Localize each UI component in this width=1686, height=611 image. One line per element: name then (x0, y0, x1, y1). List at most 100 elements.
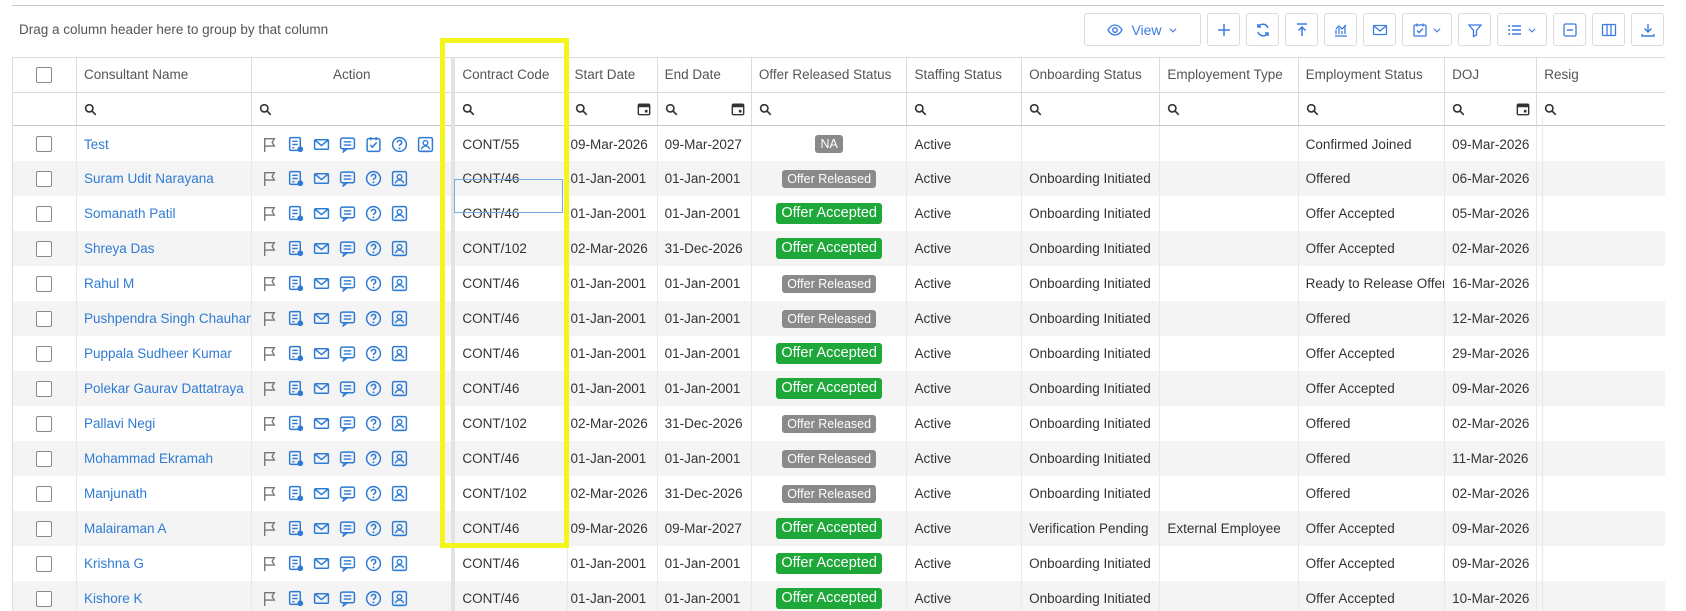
table-row[interactable]: Manjunath CONT/102 02-Mar-2026 31-Dec-2026 O… (13, 476, 1665, 511)
row-select-cell[interactable] (13, 266, 77, 301)
filter-doj[interactable] (1444, 92, 1538, 126)
employment-status-cell[interactable]: Offered (1298, 441, 1446, 476)
row-select-cell[interactable] (13, 125, 77, 161)
message-icon[interactable] (339, 485, 356, 502)
resignation-cell[interactable] (1536, 476, 1665, 511)
flag-icon[interactable] (261, 345, 278, 362)
profile-icon[interactable] (391, 555, 408, 572)
flag-icon[interactable] (261, 415, 278, 432)
start-date-cell[interactable]: 02-Mar-2026 (567, 476, 658, 511)
help-icon[interactable] (365, 555, 382, 572)
mail-icon[interactable] (313, 345, 330, 362)
select-all-checkbox[interactable] (36, 66, 53, 83)
mail-icon[interactable] (313, 555, 330, 572)
end-date-cell[interactable]: 31-Dec-2026 (657, 476, 752, 511)
start-date-cell[interactable]: 01-Jan-2001 (567, 441, 658, 476)
help-icon[interactable] (365, 275, 382, 292)
onboarding-status-cell[interactable]: Onboarding Initiated (1021, 336, 1161, 371)
resignation-cell[interactable] (1536, 125, 1665, 161)
consultant-name-cell[interactable]: Mohammad Ekramah (76, 441, 253, 476)
staffing-status-cell[interactable]: Active (906, 231, 1023, 266)
onboarding-status-cell[interactable]: Onboarding Initiated (1021, 301, 1161, 336)
doj-cell[interactable]: 10-Mar-2026 (1444, 581, 1538, 611)
row-select-cell[interactable] (13, 161, 77, 196)
col-header-onboarding-status[interactable]: Onboarding Status (1021, 58, 1161, 93)
document-icon[interactable] (287, 555, 304, 572)
end-date-cell[interactable]: 09-Mar-2027 (657, 125, 752, 161)
row-select-cell[interactable] (13, 301, 77, 336)
employement-type-cell[interactable] (1159, 196, 1299, 231)
onboarding-status-cell[interactable]: Onboarding Initiated (1021, 476, 1161, 511)
col-header-staffing-status[interactable]: Staffing Status (906, 58, 1023, 93)
help-icon[interactable] (365, 415, 382, 432)
table-row[interactable]: Malairaman A CONT/46 09-Mar-2026 09-Mar-202… (13, 511, 1665, 546)
doj-cell[interactable]: 09-Mar-2026 (1444, 125, 1538, 161)
employement-type-cell[interactable] (1159, 371, 1299, 406)
email-button[interactable] (1363, 13, 1396, 46)
message-icon[interactable] (339, 520, 356, 537)
message-icon[interactable] (339, 555, 356, 572)
calendar-icon[interactable] (637, 102, 651, 116)
end-date-cell[interactable]: 09-Mar-2027 (657, 511, 752, 546)
calendar-icon[interactable] (731, 102, 745, 116)
row-checkbox[interactable] (36, 380, 53, 397)
row-checkbox[interactable] (36, 310, 53, 327)
end-date-cell[interactable]: 01-Jan-2001 (657, 301, 752, 336)
consultant-name-cell[interactable]: Malairaman A (76, 511, 253, 546)
message-icon[interactable] (339, 345, 356, 362)
offer-status-cell[interactable]: Offer Accepted (751, 581, 908, 611)
filter-action[interactable] (251, 92, 454, 126)
row-select-cell[interactable] (13, 476, 77, 511)
mail-icon[interactable] (313, 205, 330, 222)
document-icon[interactable] (287, 275, 304, 292)
staffing-status-cell[interactable]: Active (906, 581, 1023, 611)
mail-icon[interactable] (313, 240, 330, 257)
onboarding-status-cell[interactable]: Onboarding Initiated (1021, 406, 1161, 441)
filter-start-date[interactable] (567, 92, 658, 126)
employement-type-cell[interactable] (1159, 301, 1299, 336)
message-icon[interactable] (339, 275, 356, 292)
consultant-name-cell[interactable]: Somanath Patil (76, 196, 253, 231)
mail-icon[interactable] (313, 380, 330, 397)
document-icon[interactable] (287, 590, 304, 607)
doj-cell[interactable]: 29-Mar-2026 (1444, 336, 1538, 371)
flag-icon[interactable] (261, 485, 278, 502)
consultant-name-cell[interactable]: Krishna G (76, 546, 253, 581)
offer-status-cell[interactable]: Offer Released (751, 161, 908, 196)
row-checkbox[interactable] (36, 450, 53, 467)
employment-status-cell[interactable]: Offer Accepted (1298, 196, 1446, 231)
bulk-action-dropdown[interactable] (1402, 13, 1452, 46)
employement-type-cell[interactable] (1159, 231, 1299, 266)
message-icon[interactable] (339, 205, 356, 222)
document-icon[interactable] (287, 415, 304, 432)
employement-type-cell[interactable] (1159, 441, 1299, 476)
help-icon[interactable] (365, 520, 382, 537)
help-icon[interactable] (365, 590, 382, 607)
offer-status-cell[interactable]: Offer Released (751, 441, 908, 476)
offer-status-cell[interactable]: Offer Accepted (751, 336, 908, 371)
help-icon[interactable] (365, 170, 382, 187)
end-date-cell[interactable]: 01-Jan-2001 (657, 441, 752, 476)
message-icon[interactable] (339, 136, 356, 153)
row-select-cell[interactable] (13, 336, 77, 371)
add-button[interactable] (1207, 13, 1240, 46)
staffing-status-cell[interactable]: Active (906, 406, 1023, 441)
help-icon[interactable] (365, 485, 382, 502)
filter-offer-released-status[interactable] (751, 92, 908, 126)
flag-icon[interactable] (261, 590, 278, 607)
flag-icon[interactable] (261, 240, 278, 257)
collapse-button[interactable] (1553, 13, 1586, 46)
employment-status-cell[interactable]: Offer Accepted (1298, 546, 1446, 581)
consultant-name-link[interactable]: Krishna G (84, 556, 144, 571)
profile-icon[interactable] (391, 275, 408, 292)
consultant-name-cell[interactable]: Test (76, 125, 253, 161)
resignation-cell[interactable] (1536, 301, 1665, 336)
flag-icon[interactable] (261, 275, 278, 292)
doj-cell[interactable]: 12-Mar-2026 (1444, 301, 1538, 336)
row-checkbox[interactable] (36, 136, 53, 153)
doj-cell[interactable]: 09-Mar-2026 (1444, 546, 1538, 581)
start-date-cell[interactable]: 09-Mar-2026 (567, 125, 658, 161)
filter-staffing-status[interactable] (906, 92, 1023, 126)
start-date-cell[interactable]: 01-Jan-2001 (567, 266, 658, 301)
employement-type-cell[interactable] (1159, 406, 1299, 441)
